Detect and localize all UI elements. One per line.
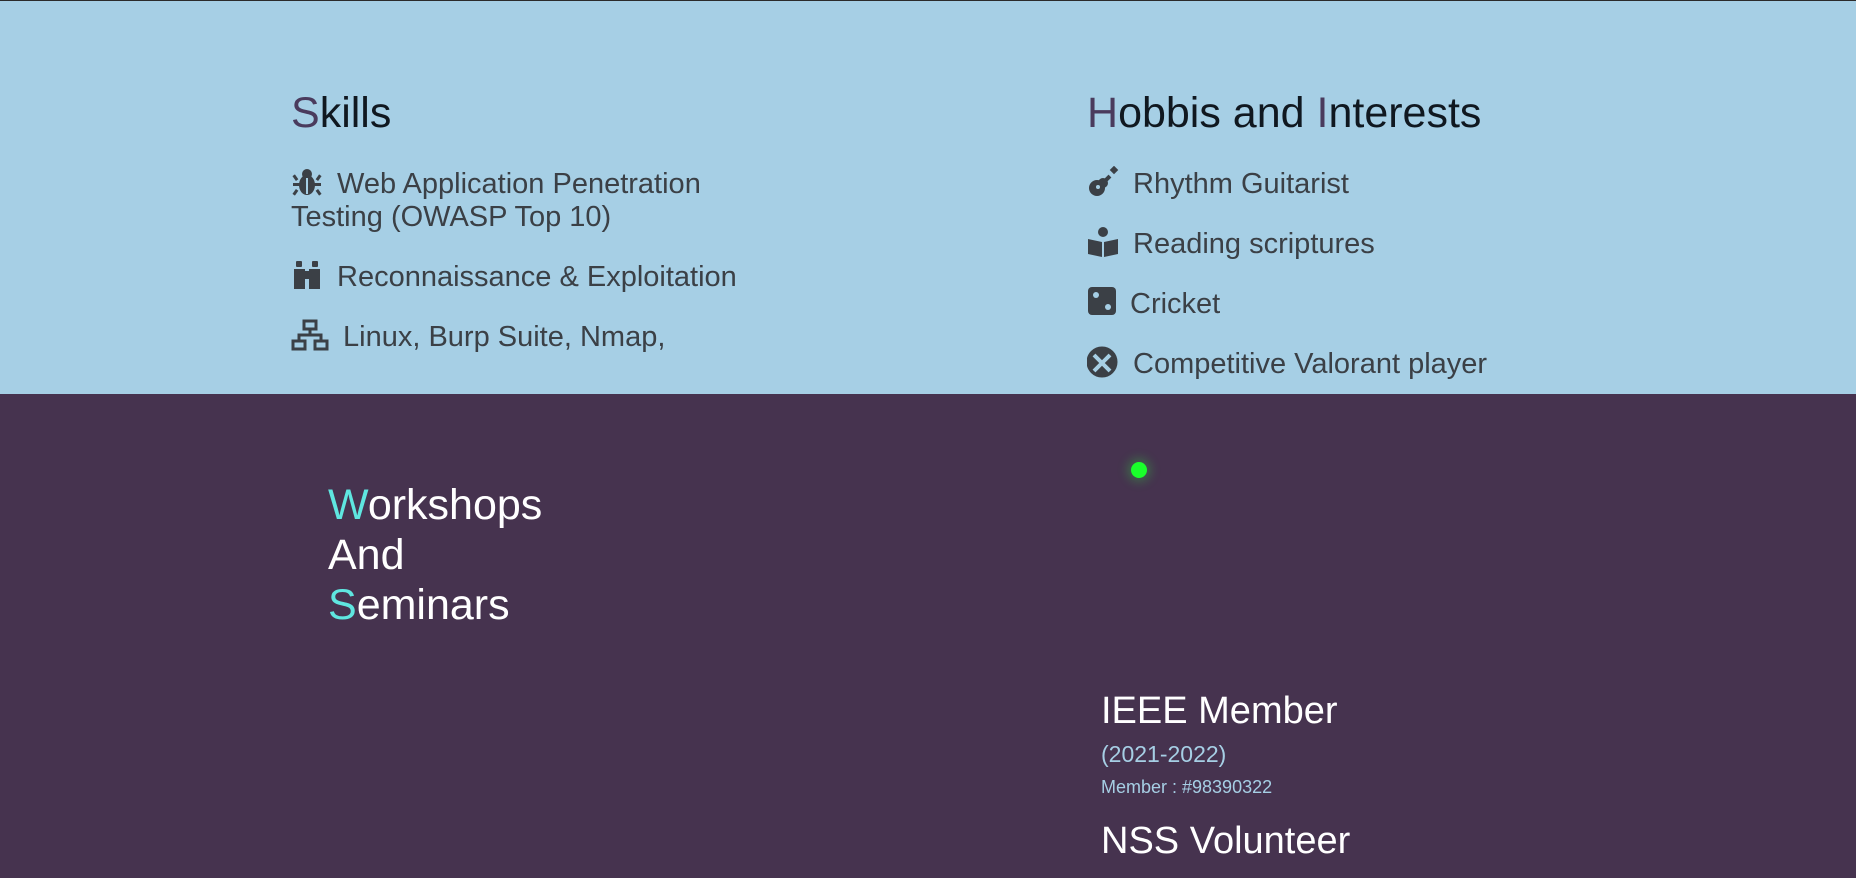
event-item: IEEE Member (2021-2022) Member : #983903…: [1101, 690, 1701, 798]
skills-heading: Skills: [291, 89, 392, 137]
book-reader-icon: [1087, 226, 1119, 258]
event-title: NSS Volunteer: [1101, 820, 1351, 862]
sitemap-icon: [291, 319, 329, 351]
event-member-id: Member : #98390322: [1101, 777, 1273, 797]
hobby-item-reading: Reading scriptures: [1087, 226, 1647, 261]
binoculars-icon: [291, 259, 323, 291]
hobby-item-valorant: Competitive Valorant player: [1087, 346, 1647, 381]
hobby-item-cricket: Cricket: [1087, 286, 1647, 321]
event-years: (2021-2022): [1101, 741, 1227, 767]
event-item: NSS Volunteer: [1101, 820, 1701, 862]
workshops-heading: Workshops And Seminars: [328, 480, 542, 630]
skills-column: Skills Web Application Penetration Testi…: [291, 85, 751, 379]
event-title: IEEE Member: [1101, 690, 1338, 732]
skill-item-webapp: Web Application Penetration Testing (OWA…: [291, 166, 701, 233]
events-list: IEEE Member (2021-2022) Member : #983903…: [1101, 690, 1701, 870]
skill-item-recon: Reconnaissance & Exploitation: [291, 259, 751, 294]
dice-icon: [1087, 286, 1119, 318]
xbox-icon: [1087, 346, 1119, 378]
workshops-line-3: Seminars: [328, 581, 510, 629]
top-section: Skills Web Application Penetration Testi…: [0, 0, 1856, 394]
bottom-section: Workshops And Seminars IEEE Member (2021…: [0, 394, 1856, 878]
skill-item-tools: Linux, Burp Suite, Nmap,: [291, 319, 751, 354]
guitar-icon: [1087, 166, 1119, 198]
hobby-item-guitar: Rhythm Guitarist: [1087, 166, 1647, 201]
workshops-line-2: And: [328, 531, 405, 579]
bug-icon: [291, 166, 323, 198]
hobbies-column: Hobbis and Interests Rhythm Guitarist Re…: [1087, 85, 1647, 394]
hobbies-heading: Hobbis and Interests: [1087, 89, 1482, 137]
workshops-line-1: Workshops: [328, 481, 543, 529]
status-dot: [1131, 462, 1147, 478]
